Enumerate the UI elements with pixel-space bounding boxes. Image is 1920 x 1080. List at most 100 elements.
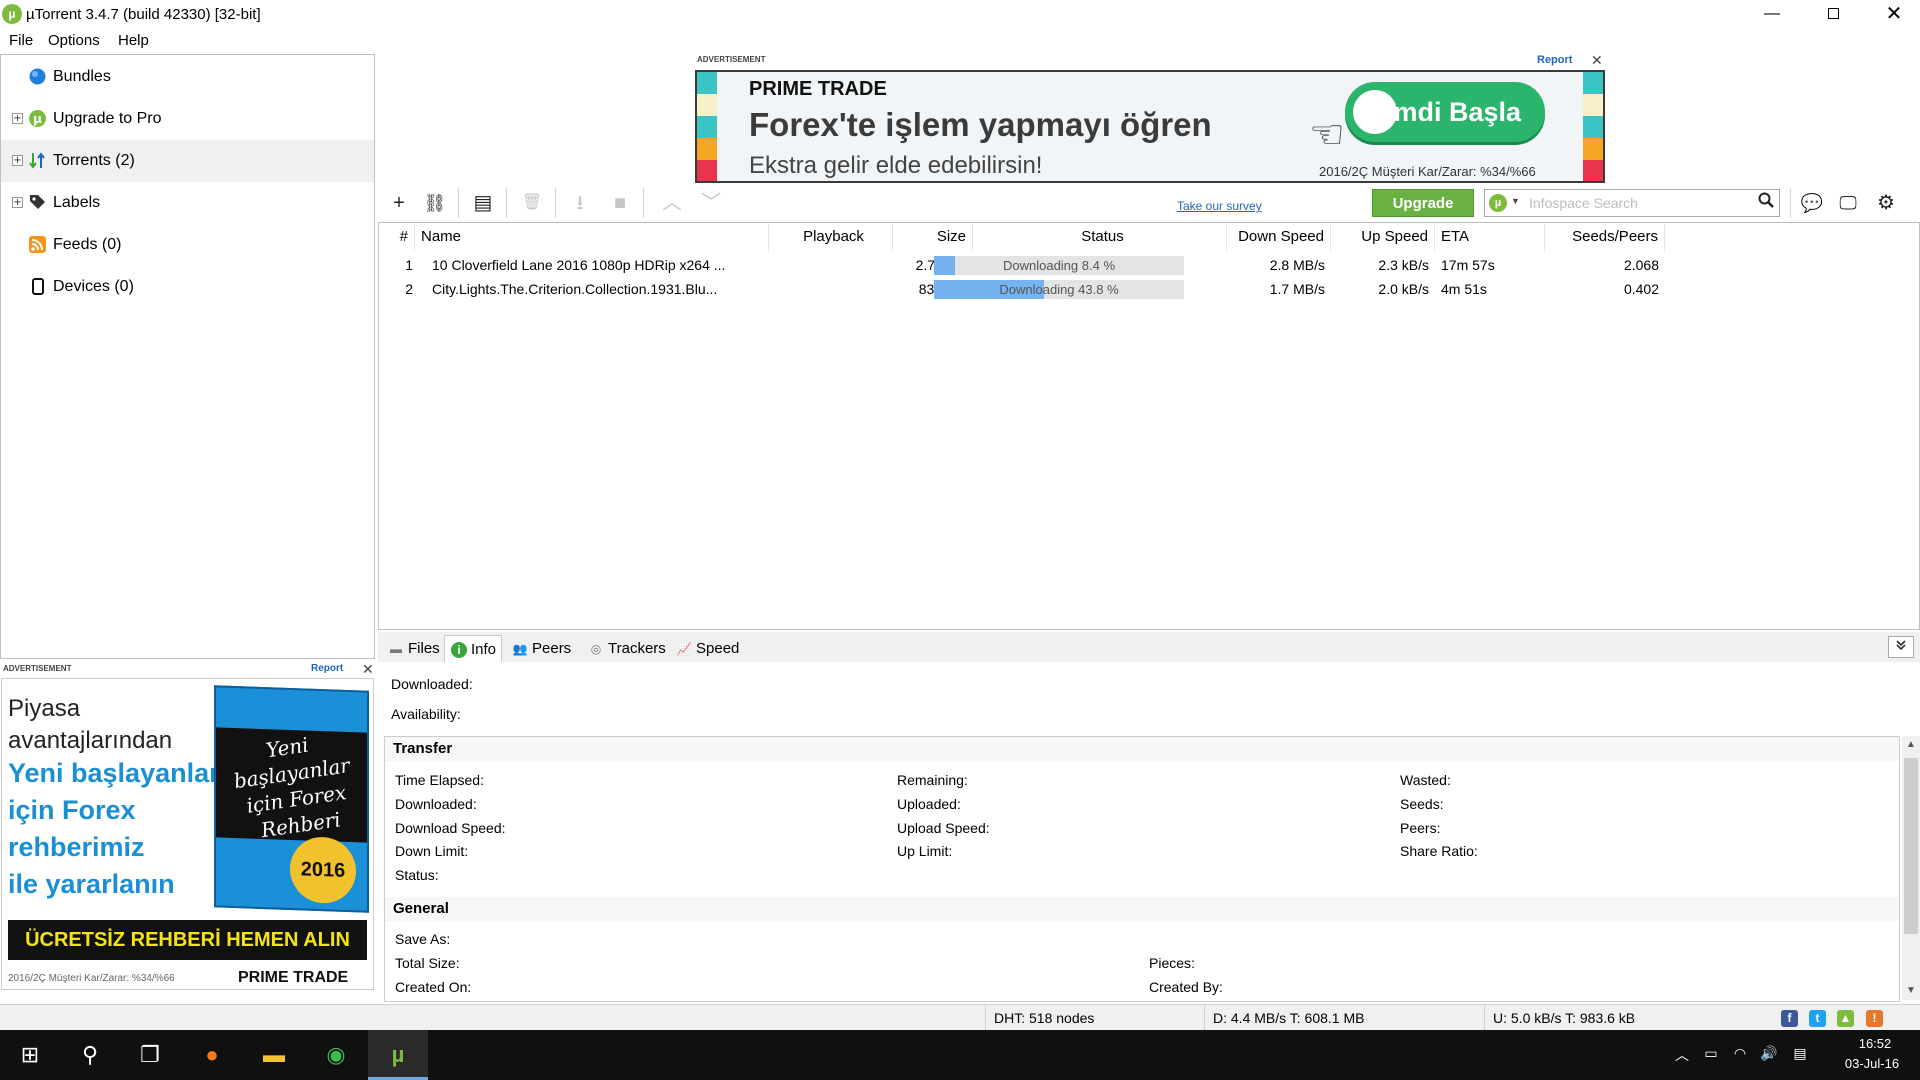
warning-icon[interactable]: ! xyxy=(1866,1010,1883,1027)
sidebar-item-label: Upgrade to Pro xyxy=(53,110,162,127)
ad-text: Piyasa xyxy=(8,695,81,722)
move-up-icon[interactable]: ︿ xyxy=(659,190,685,216)
search-cortana-icon[interactable]: ⚲ xyxy=(60,1030,120,1080)
scroll-down-icon[interactable]: ▼ xyxy=(1902,982,1920,1000)
download-icon[interactable]: ⭳ xyxy=(567,190,593,216)
column-header-seeds-peers[interactable]: Seeds/Peers xyxy=(1545,223,1665,251)
clock-time[interactable]: 16:52 xyxy=(1845,1036,1905,1051)
create-torrent-icon[interactable]: ▤ xyxy=(470,190,496,216)
menu-options[interactable]: Options xyxy=(48,32,100,49)
column-header-down-speed[interactable]: Down Speed xyxy=(1227,223,1331,251)
column-header-status[interactable]: Status xyxy=(973,223,1227,251)
tab-files[interactable]: ▬ Files xyxy=(382,635,444,662)
firefox-icon[interactable]: ● xyxy=(182,1030,242,1080)
sidebar-item-label: Bundles xyxy=(53,68,111,85)
search-engine-dropdown[interactable]: ▼ xyxy=(1511,196,1520,206)
sidebar-item-feeds[interactable]: Feeds (0) xyxy=(1,224,374,266)
move-down-icon[interactable]: ﹀ xyxy=(698,190,724,216)
progress-bar: Downloading 43.8 % xyxy=(934,280,1184,299)
ad-cta-button[interactable]: Şimdi Başla xyxy=(1345,82,1545,142)
stop-icon[interactable]: ■ xyxy=(607,190,633,216)
column-header-size[interactable]: Size xyxy=(893,223,973,251)
search-icon[interactable] xyxy=(1755,192,1777,214)
menu-help[interactable]: Help xyxy=(118,32,149,49)
ad-report-link[interactable]: Report xyxy=(1537,54,1572,66)
tab-info[interactable]: i Info xyxy=(444,635,502,662)
chat-icon[interactable]: 💬 xyxy=(1799,190,1825,216)
ad-close-button[interactable]: ✕ xyxy=(362,661,374,678)
info-availability-label: Availability: xyxy=(391,706,461,722)
sidebar-item-bundles[interactable]: Bundles xyxy=(1,56,374,98)
ad-stripe xyxy=(697,72,717,94)
scroll-up-icon[interactable]: ▲ xyxy=(1902,736,1920,754)
expand-toggle[interactable]: + xyxy=(12,155,23,166)
expand-toggle[interactable]: + xyxy=(12,197,23,208)
utorrent-logo-icon: µ xyxy=(2,4,22,24)
info-scrollbar[interactable]: ▲ ▼ xyxy=(1902,736,1920,1000)
minimize-button[interactable]: — xyxy=(1744,0,1800,28)
ad-report-link[interactable]: Report xyxy=(311,663,343,674)
double-chevron-down-icon xyxy=(1896,640,1906,651)
sidebar-item-labels[interactable]: + Labels xyxy=(1,182,374,224)
battery-icon[interactable]: ▭ xyxy=(1700,1045,1722,1062)
search-input[interactable] xyxy=(1529,193,1749,213)
list-header: # Name Playback Size Status Down Speed U… xyxy=(379,223,1919,251)
column-header-name[interactable]: Name xyxy=(415,223,769,251)
chrome-icon[interactable]: ◉ xyxy=(306,1030,366,1080)
scrollbar-thumb[interactable] xyxy=(1904,758,1918,934)
upgrade-button[interactable]: Upgrade xyxy=(1372,189,1474,217)
tab-peers[interactable]: 👥 Peers xyxy=(506,635,578,662)
search-engine-icon[interactable]: µ xyxy=(1489,194,1507,212)
task-view-icon[interactable]: ❐ xyxy=(120,1030,180,1080)
column-header-eta[interactable]: ETA xyxy=(1435,223,1545,251)
add-link-icon[interactable]: ⛓ xyxy=(422,190,448,216)
facebook-icon[interactable]: f xyxy=(1781,1010,1798,1027)
add-torrent-icon[interactable]: + xyxy=(386,190,412,216)
column-header-number[interactable]: # xyxy=(379,223,415,251)
tab-trackers[interactable]: ◎ Trackers xyxy=(582,635,670,662)
sidebar-item-devices[interactable]: Devices (0) xyxy=(1,266,374,308)
ad-label: ADVERTISEMENT xyxy=(697,55,766,64)
remote-monitor-icon[interactable]: 🖵 xyxy=(1835,190,1861,216)
ad-stripe xyxy=(697,94,717,116)
notification-icon[interactable]: ▤ xyxy=(1789,1045,1811,1062)
trackers-icon: ◎ xyxy=(590,642,602,656)
sidebar-item-torrents[interactable]: + Torrents (2) xyxy=(1,140,374,182)
up-speed: 2.0 kB/s xyxy=(1378,281,1429,297)
volume-icon[interactable]: 🔊 xyxy=(1758,1045,1780,1062)
close-window-button[interactable]: ✕ xyxy=(1866,0,1920,28)
ad-cta-button[interactable]: ÜCRETSİZ REHBERİ HEMEN ALIN xyxy=(8,920,367,960)
tray-chevron-icon[interactable]: ︿ xyxy=(1671,1045,1693,1065)
collapse-panel-button[interactable] xyxy=(1888,636,1914,658)
seeds-peers-ratio: 0.402 xyxy=(1623,281,1659,297)
tab-speed[interactable]: 📈 Speed xyxy=(670,635,742,662)
torrent-row[interactable]: 1 10 Cloverfield Lane 2016 1080p HDRip x… xyxy=(379,253,1919,277)
start-windows-icon[interactable]: ⊞ xyxy=(0,1030,60,1080)
utorrent-taskbar-icon[interactable]: µ xyxy=(368,1030,428,1080)
menu-file[interactable]: File xyxy=(9,32,33,49)
wifi-icon[interactable]: ◠ xyxy=(1729,1045,1751,1062)
status-text: Downloading 8.4 % xyxy=(1002,258,1116,273)
sidebar-item-upgrade[interactable]: + µ Upgrade to Pro xyxy=(1,98,374,140)
clock-date[interactable]: 03-Jul-16 xyxy=(1832,1056,1912,1071)
twitter-icon[interactable]: t xyxy=(1809,1010,1826,1027)
file-explorer-icon[interactable]: ▬ xyxy=(244,1030,304,1080)
torrent-row[interactable]: 2 City.Lights.The.Criterion.Collection.1… xyxy=(379,277,1919,301)
delete-icon[interactable]: 🗑 xyxy=(519,190,545,216)
torrents-arrows-icon xyxy=(28,151,47,170)
survey-link[interactable]: Take our survey xyxy=(1177,199,1262,213)
left-advertisement[interactable]: Piyasa avantajlarından Yeni başlayanlar … xyxy=(1,678,374,990)
up-speed: 2.3 kB/s xyxy=(1378,257,1429,273)
maximize-button[interactable] xyxy=(1805,0,1861,28)
label-tag-icon xyxy=(28,193,47,212)
column-header-playback[interactable]: Playback xyxy=(769,223,893,251)
expand-toggle[interactable]: + xyxy=(12,113,23,124)
column-header-up-speed[interactable]: Up Speed xyxy=(1331,223,1435,251)
android-icon[interactable]: ▲ xyxy=(1837,1010,1854,1027)
settings-gear-icon[interactable]: ⚙ xyxy=(1873,190,1899,216)
torrent-name: City.Lights.The.Criterion.Collection.193… xyxy=(432,281,718,297)
top-advertisement[interactable]: PRIME TRADE Forex'te işlem yapmayı öğren… xyxy=(695,70,1605,183)
ad-close-button[interactable]: ✕ xyxy=(1591,52,1603,69)
ad-highlight-text: Yeni başlayanlar xyxy=(8,758,220,788)
field-label: Down Limit: xyxy=(395,843,469,859)
